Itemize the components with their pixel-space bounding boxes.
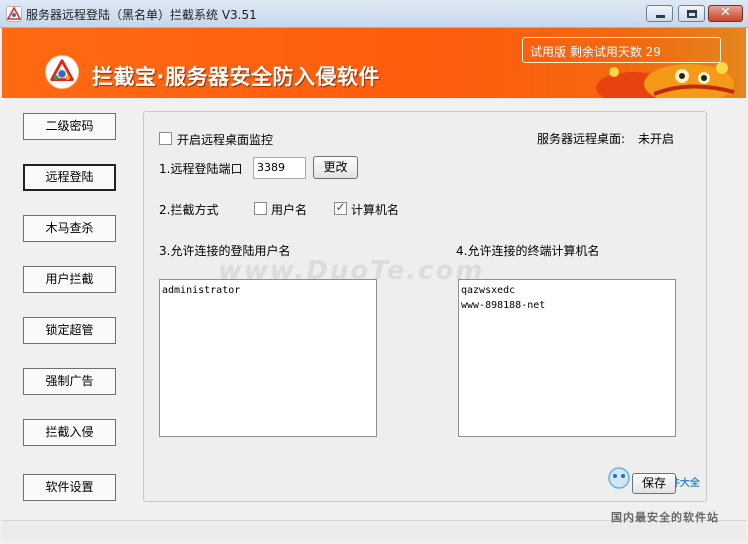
close-button[interactable]: ✕ [708,5,743,22]
minimize-icon [656,15,665,18]
nav-forced-ads-button[interactable]: 强制广告 [23,368,116,395]
close-icon: ✕ [720,5,731,20]
window-title: 服务器远程登陆（黑名单）拦截系统 V3.51 [26,8,257,22]
remote-desktop-status-value: 未开启 [638,132,675,146]
allowed-computers-list[interactable]: qazwsxedc www-898188-net [458,279,676,437]
corner-watermark-subtitle: 国内最安全的软件站 [611,511,719,524]
remote-desktop-status-label: 服务器远程桌面: [537,132,626,146]
block-mode-label: 2.拦截方式 [159,203,219,217]
site-mascot-icon [608,467,630,489]
list-item[interactable]: qazwsxedc [461,283,673,298]
nav-remote-login-button[interactable]: 远程登陆 [23,164,116,191]
nav-block-intrusion-button[interactable]: 拦截入侵 [23,419,116,446]
dragon-dance-decoration-icon [596,62,735,98]
minimize-button[interactable] [646,5,673,22]
save-button[interactable]: 保存 [632,473,676,494]
nav-secondary-password-button[interactable]: 二级密码 [23,113,116,140]
computer-name-option-label: 计算机名 [351,203,400,217]
app-icon [6,6,22,22]
product-title: 拦截宝·服务器安全防入侵软件 [92,65,380,89]
allowed-users-list[interactable]: administrator [159,279,377,437]
port-input[interactable]: 3389 [253,157,306,179]
nav-lock-admin-button[interactable]: 锁定超管 [23,317,116,344]
nav-trojan-scan-button[interactable]: 木马查杀 [23,215,116,242]
maximize-button[interactable] [678,5,705,22]
username-option-label: 用户名 [271,203,308,217]
change-port-button[interactable]: 更改 [313,156,358,179]
maximize-icon [687,10,697,18]
monitor-label: 开启远程桌面监控 [177,133,274,147]
port-label: 1.远程登陆端口 [159,162,243,176]
computer-name-checkbox[interactable]: ✓ [334,200,347,215]
checkmark-icon: ✓ [335,200,346,214]
nav-user-block-button[interactable]: 用户拦截 [23,266,116,293]
monitor-checkbox[interactable] [159,132,172,145]
title-bar[interactable]: 服务器远程登陆（黑名单）拦截系统 V3.51 ✕ [0,0,748,28]
center-watermark: www.DuoTe.com [218,256,485,286]
list-item[interactable]: www-898188-net [461,298,673,313]
nav-software-settings-button[interactable]: 软件设置 [23,474,116,501]
username-checkbox[interactable] [254,202,267,215]
app-logo-icon [45,55,79,89]
